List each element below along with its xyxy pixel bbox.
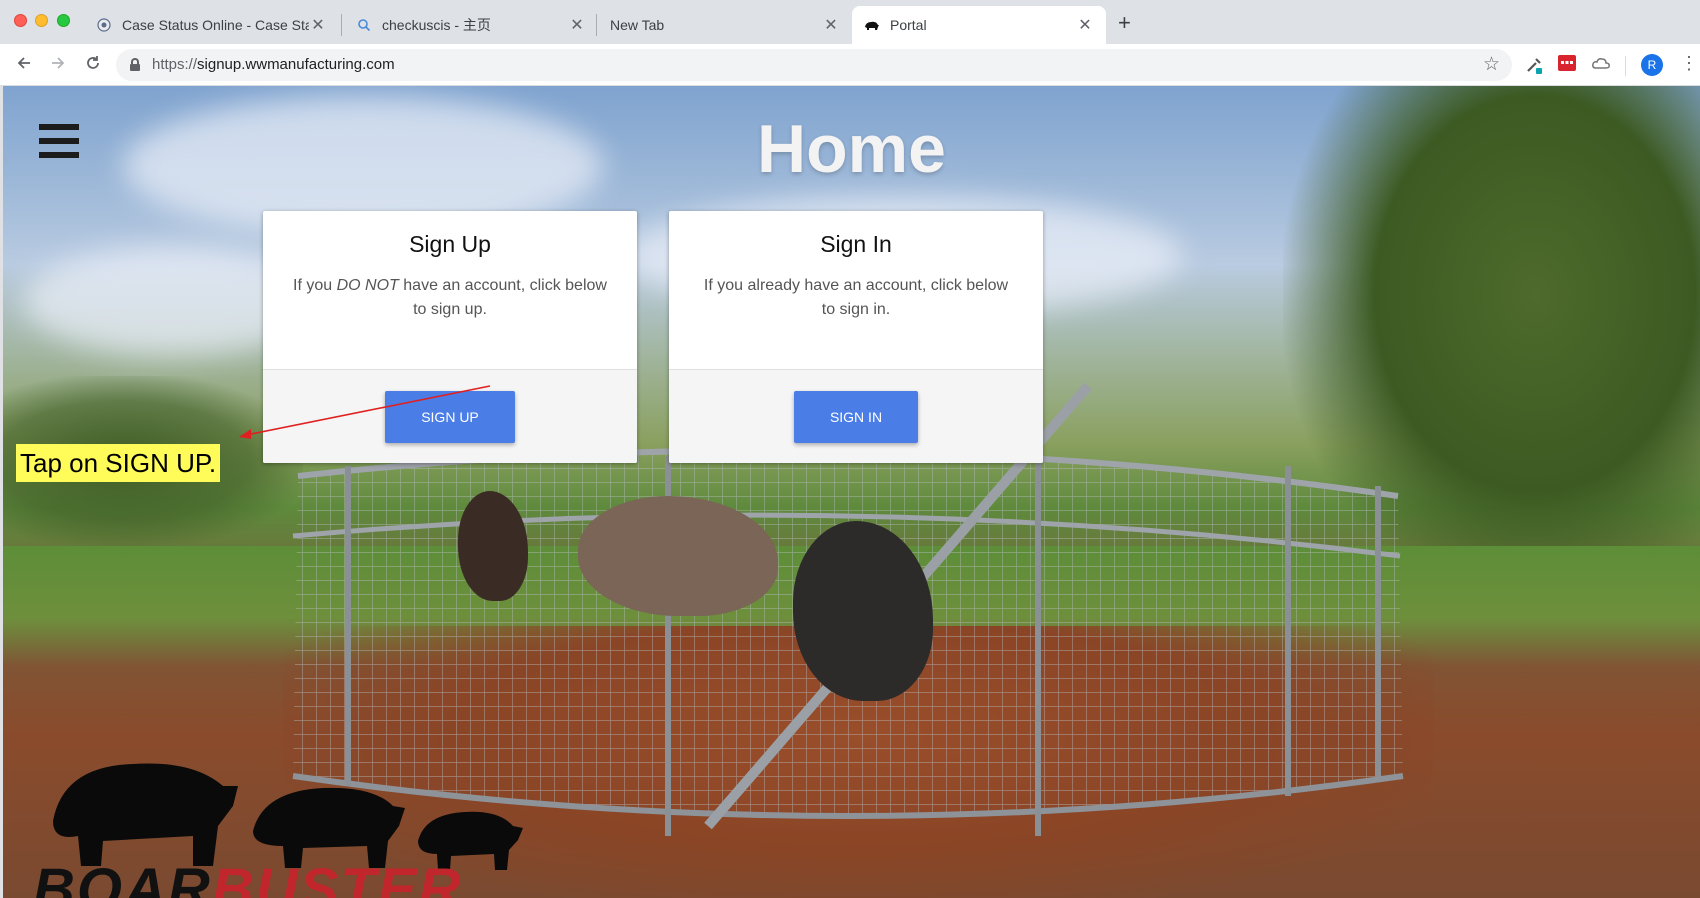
sign-up-text-part: If you	[293, 277, 337, 294]
close-tab-icon[interactable]: ✕	[309, 15, 327, 35]
sign-up-card-footer: SIGN UP	[263, 369, 637, 463]
back-arrow-icon	[17, 57, 30, 69]
sign-up-card: Sign Up If you DO NOT have an account, c…	[263, 211, 637, 463]
sign-up-heading: Sign Up	[409, 231, 491, 257]
tab-strip: Case Status Online - Case Stat ✕ checkus…	[0, 0, 1700, 44]
eyedropper-extension-icon[interactable]	[1524, 55, 1544, 75]
tab-title: checkuscis - 主页	[382, 17, 491, 33]
close-tab-icon[interactable]: ✕	[1076, 15, 1094, 35]
tab-new-tab[interactable]: New Tab ✕	[598, 6, 852, 44]
url-scheme: https://	[152, 56, 198, 73]
tab-case-status[interactable]: Case Status Online - Case Stat ✕	[84, 6, 339, 44]
forward-arrow-icon	[52, 57, 65, 69]
browser-menu-icon[interactable]: ⋮	[1680, 53, 1698, 74]
portal-page: BOARBUSTER Home Sign Up If you DO NOT ha…	[3, 86, 1700, 898]
logo-text-boar: BOAR	[33, 857, 212, 898]
red-extension-icon[interactable]	[1557, 55, 1577, 75]
tab-separator	[341, 14, 342, 36]
close-tab-icon[interactable]: ✕	[568, 15, 586, 35]
tab-separator	[596, 14, 597, 36]
forward-button[interactable]	[45, 52, 71, 78]
sign-in-card-footer: SIGN IN	[669, 369, 1043, 463]
reload-icon	[87, 56, 99, 69]
sign-in-card: Sign In If you already have an account, …	[669, 211, 1043, 463]
sign-in-heading: Sign In	[820, 231, 892, 257]
search-icon	[356, 17, 372, 33]
annotation-callout: Tap on SIGN UP.	[16, 444, 221, 482]
cloud-extension-icon[interactable]	[1591, 55, 1611, 75]
sign-up-text-part: have an account, click below to sign up.	[398, 277, 607, 318]
new-tab-button[interactable]: +	[1118, 10, 1131, 36]
sign-up-text-emphasis: DO NOT	[336, 277, 399, 294]
close-tab-icon[interactable]: ✕	[822, 15, 840, 35]
reload-button[interactable]	[80, 52, 106, 78]
sign-up-description: If you DO NOT have an account, click bel…	[290, 274, 610, 322]
tab-title: Case Status Online - Case Stat	[122, 17, 309, 33]
logo-text-buster: BUSTER	[211, 857, 463, 898]
maximize-window-button[interactable]	[57, 14, 70, 27]
tab-portal[interactable]: Portal ✕	[852, 6, 1106, 44]
profile-avatar[interactable]: R	[1641, 54, 1663, 76]
sign-in-button[interactable]: SIGN IN	[794, 391, 918, 443]
tab-title: Portal	[890, 17, 927, 33]
close-window-button[interactable]	[14, 14, 27, 27]
back-button[interactable]	[11, 52, 37, 78]
browser-toolbar: https://signup.wwmanufacturing.com ☆ R ⋮	[0, 44, 1700, 86]
url-host: signup.wwmanufacturing.com	[197, 56, 395, 73]
page-title: Home	[757, 111, 946, 187]
toolbar-divider	[1625, 56, 1626, 76]
tab-checkuscis[interactable]: checkuscis - 主页 ✕	[344, 6, 598, 44]
sign-in-description: If you already have an account, click be…	[703, 277, 1009, 318]
sign-up-button[interactable]: SIGN UP	[385, 391, 515, 443]
boar-favicon-icon	[864, 17, 880, 33]
bookmark-star-icon[interactable]: ☆	[1483, 53, 1500, 76]
tab-title: New Tab	[610, 17, 665, 33]
minimize-window-button[interactable]	[35, 14, 48, 27]
uscis-seal-icon	[96, 17, 112, 33]
address-bar[interactable]: https://signup.wwmanufacturing.com ☆	[116, 49, 1512, 81]
url-text: https://signup.wwmanufacturing.com	[152, 56, 395, 73]
lock-icon	[130, 58, 140, 71]
boarbuster-wordmark: BOARBUSTER	[33, 856, 462, 898]
